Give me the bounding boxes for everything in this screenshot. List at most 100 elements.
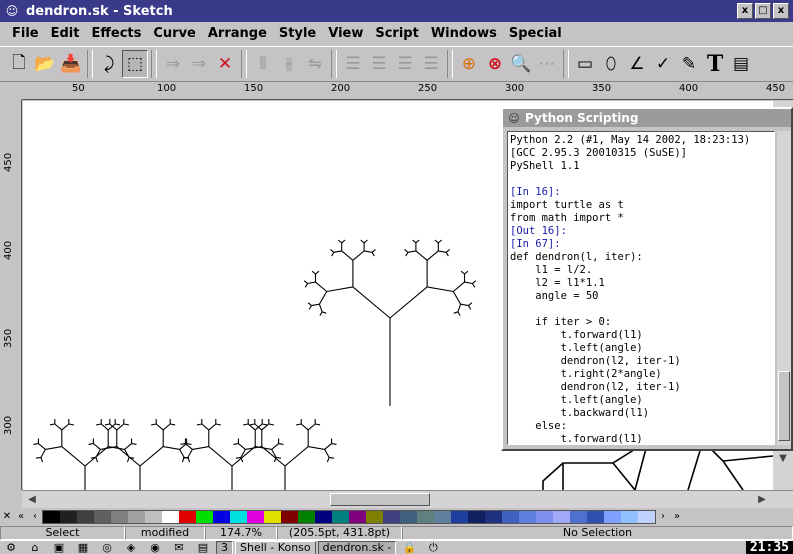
flip-vertical-icon[interactable]: ⫵ — [276, 50, 302, 78]
minimize-button[interactable]: x — [737, 3, 753, 19]
color-swatch[interactable] — [621, 511, 638, 523]
menu-edit[interactable]: Edit — [45, 26, 86, 41]
logout-icon[interactable]: ⏻ — [422, 541, 444, 554]
menu-special[interactable]: Special — [503, 26, 568, 41]
help-icon[interactable]: ◎ — [96, 541, 118, 554]
color-swatch[interactable] — [281, 511, 298, 523]
color-swatch[interactable] — [247, 511, 264, 523]
palette-close-icon[interactable]: ✕ — [0, 509, 14, 525]
ungroup-icon[interactable]: ⊗ — [482, 50, 508, 78]
menu-effects[interactable]: Effects — [85, 26, 147, 41]
color-swatch[interactable] — [383, 511, 400, 523]
home-icon[interactable]: ⌂ — [24, 541, 46, 554]
task-dendron-sketch[interactable]: dendron.sk - — [317, 541, 397, 554]
horizontal-scrollbar[interactable]: ◀ ▶ — [22, 490, 793, 508]
save-file-icon[interactable]: 📥 — [58, 50, 84, 78]
color-swatch[interactable] — [213, 511, 230, 523]
color-swatch[interactable] — [60, 511, 77, 523]
color-swatch[interactable] — [587, 511, 604, 523]
color-swatch[interactable] — [264, 511, 281, 523]
menu-style[interactable]: Style — [273, 26, 322, 41]
palette-prev-icon[interactable]: ‹ — [28, 509, 42, 525]
horizontal-ruler[interactable]: 50 100 150 200 250 300 350 400 450 — [22, 82, 793, 100]
menu-script[interactable]: Script — [369, 26, 424, 41]
window-menu-icon[interactable]: ☺ — [4, 3, 20, 19]
menu-windows[interactable]: Windows — [425, 26, 503, 41]
color-swatch[interactable] — [485, 511, 502, 523]
text-tool-icon[interactable]: T — [702, 50, 728, 78]
close-button[interactable]: x — [773, 3, 789, 19]
maximize-button[interactable]: □ — [755, 3, 771, 19]
polyline-tool-icon[interactable]: ✓ — [650, 50, 676, 78]
color-swatch[interactable] — [145, 511, 162, 523]
ellipse-tool-icon[interactable]: ⬯ — [598, 50, 624, 78]
color-swatch[interactable] — [366, 511, 383, 523]
konqueror-icon[interactable]: ◈ — [120, 541, 142, 554]
python-window-titlebar[interactable]: ☺ Python Scripting — [503, 109, 791, 127]
color-swatch[interactable] — [451, 511, 468, 523]
align-center-icon[interactable]: ☰ — [366, 50, 392, 78]
align-bottom-icon[interactable]: ☰ — [418, 50, 444, 78]
rectangle-tool-icon[interactable]: ▭ — [572, 50, 598, 78]
text-style-icon[interactable]: ▤ — [728, 50, 754, 78]
scroll-left-icon[interactable]: ◀ — [24, 492, 40, 508]
color-swatch[interactable] — [298, 511, 315, 523]
lock-icon[interactable]: 🔒 — [398, 541, 420, 554]
python-scripting-window[interactable]: ☺ Python Scripting Python 2.2 (#1, May 1… — [501, 107, 793, 451]
color-swatch[interactable] — [519, 511, 536, 523]
align-left-icon[interactable]: ☰ — [340, 50, 366, 78]
flip-horizontal-icon[interactable]: ⫴ — [250, 50, 276, 78]
select-tool-icon[interactable]: ⬚ — [122, 50, 148, 78]
python-console-scrollbar[interactable] — [777, 131, 791, 445]
snap-grid-icon[interactable]: ⋯ — [534, 50, 560, 78]
color-swatch[interactable] — [400, 511, 417, 523]
color-swatch[interactable] — [230, 511, 247, 523]
color-swatch[interactable] — [417, 511, 434, 523]
new-file-icon[interactable]: 🗋 — [6, 50, 32, 78]
kde-menu-icon[interactable]: ⚙ — [0, 541, 22, 554]
open-file-icon[interactable]: 📂 — [32, 50, 58, 78]
color-swatch[interactable] — [94, 511, 111, 523]
desktop-switch-button[interactable]: 3 — [216, 541, 233, 554]
color-swatch[interactable] — [349, 511, 366, 523]
color-swatch[interactable] — [196, 511, 213, 523]
palette-first-icon[interactable]: « — [14, 509, 28, 525]
menu-curve[interactable]: Curve — [147, 26, 202, 41]
title-bar[interactable]: ☺ dendron.sk - Sketch x □ x — [0, 0, 793, 22]
zoom-icon[interactable]: 🔍 — [508, 50, 534, 78]
align-right-icon[interactable]: ☰ — [392, 50, 418, 78]
color-swatch[interactable] — [468, 511, 485, 523]
delete-icon[interactable]: ✕ — [212, 50, 238, 78]
palette-last-icon[interactable]: » — [670, 509, 684, 525]
color-swatch[interactable] — [128, 511, 145, 523]
color-swatch[interactable] — [604, 511, 621, 523]
color-swatch[interactable] — [502, 511, 519, 523]
color-swatch[interactable] — [179, 511, 196, 523]
color-swatch[interactable] — [570, 511, 587, 523]
color-swatch[interactable] — [332, 511, 349, 523]
python-console-output[interactable]: Python 2.2 (#1, May 14 2002, 18:23:13) [G… — [507, 131, 775, 445]
window-menu-icon[interactable]: ☺ — [503, 112, 525, 125]
edit-nodes-icon[interactable]: ⤸ — [96, 50, 122, 78]
color-swatch[interactable] — [162, 511, 179, 523]
vertical-ruler[interactable]: 450 400 350 300 — [0, 100, 22, 490]
menu-view[interactable]: View — [322, 26, 369, 41]
python-scroll-thumb[interactable] — [778, 371, 790, 441]
palette-next-icon[interactable]: › — [656, 509, 670, 525]
desktop-pager-icon[interactable]: ▤ — [192, 541, 214, 554]
menu-file[interactable]: File — [6, 26, 45, 41]
scroll-right-icon[interactable]: ▶ — [754, 492, 770, 508]
color-swatch[interactable] — [77, 511, 94, 523]
mail-icon[interactable]: ✉ — [168, 541, 190, 554]
menu-arrange[interactable]: Arrange — [202, 26, 273, 41]
move-forward-icon[interactable]: ⇒ — [160, 50, 186, 78]
color-swatch[interactable] — [111, 511, 128, 523]
rotate-icon[interactable]: ⇋ — [302, 50, 328, 78]
horizontal-scroll-thumb[interactable] — [330, 493, 430, 506]
color-swatch[interactable] — [536, 511, 553, 523]
bezier-tool-icon[interactable]: ∠ — [624, 50, 650, 78]
browser-icon[interactable]: ◉ — [144, 541, 166, 554]
color-swatch[interactable] — [553, 511, 570, 523]
task-shell-konsole[interactable]: Shell - Konso — [235, 541, 316, 554]
move-back-icon[interactable]: ⇒ — [186, 50, 212, 78]
